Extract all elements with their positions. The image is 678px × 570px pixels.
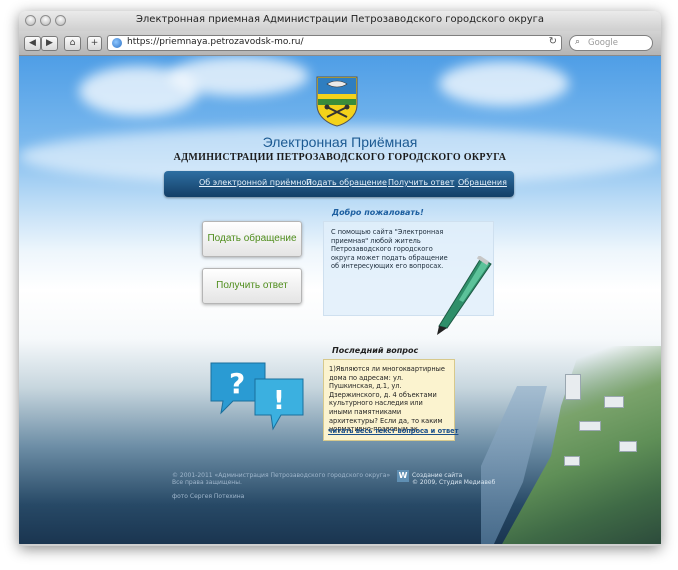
coat-of-arms-logo [316, 76, 358, 127]
search-field[interactable]: ⌕ Google [569, 35, 653, 51]
svg-text:?: ? [229, 367, 245, 400]
svg-text:!: ! [273, 386, 285, 416]
building-decoration [579, 421, 601, 431]
nav-item-submit[interactable]: Подать обращение [306, 178, 387, 187]
main-navigation: Об электронной приёмной Подать обращение… [164, 171, 514, 197]
nav-item-about[interactable]: Об электронной приёмной [199, 178, 312, 187]
last-question-text: 1)Являются ли многоквартирные дома по ад… [329, 365, 445, 434]
pen-icon [437, 256, 492, 335]
forward-button[interactable]: ▶ [41, 36, 58, 51]
nav-item-appeals[interactable]: Обращения [458, 178, 507, 187]
url-text: https://priemnaya.petrozavodsk-mo.ru/ [127, 37, 304, 47]
reload-icon[interactable]: ↻ [549, 36, 557, 47]
add-bookmark-button[interactable]: + [87, 36, 102, 51]
building-decoration [604, 396, 624, 408]
browser-toolbar: ◀ ▶ ⌂ + https://priemnaya.petrozavodsk-m… [19, 31, 661, 56]
building-decoration [619, 441, 637, 452]
footer-rights: Все права защищены. [172, 479, 242, 486]
welcome-heading: Добро пожаловать! [332, 208, 424, 217]
studio-logo[interactable]: W [397, 470, 409, 482]
submit-appeal-button[interactable]: Подать обращение [202, 221, 302, 257]
back-button[interactable]: ◀ [24, 36, 41, 51]
browser-window: Электронная приемная Администрации Петро… [19, 11, 661, 546]
address-bar[interactable]: https://priemnaya.petrozavodsk-mo.ru/ ↻ [107, 35, 562, 51]
globe-icon [112, 38, 122, 48]
read-full-question-link[interactable]: читать весь текст вопроса и ответ [328, 427, 458, 435]
last-question-heading: Последний вопрос [332, 346, 419, 355]
nav-item-get-answer[interactable]: Получить ответ [388, 178, 454, 187]
building-decoration [565, 374, 581, 400]
search-placeholder: Google [588, 38, 618, 48]
search-icon: ⌕ [575, 37, 581, 47]
window-title: Электронная приемная Администрации Петро… [135, 14, 545, 25]
footer-dev-line2: © 2009, Студия Медиавеб [412, 479, 496, 486]
cloud-decoration [169, 56, 309, 96]
home-button[interactable]: ⌂ [64, 36, 81, 51]
site-title: Электронная Приёмная [262, 134, 418, 150]
cloud-decoration [439, 61, 569, 106]
question-bubbles-icon: ? ! [210, 362, 304, 431]
get-answer-button[interactable]: Получить ответ [202, 268, 302, 304]
footer-photo-credit: фото Сергея Потехина [172, 493, 245, 500]
building-decoration [564, 456, 580, 466]
site-subtitle: АДМИНИСТРАЦИИ ПЕТРОЗАВОДСКОГО ГОРОДСКОГО… [173, 152, 507, 163]
page-content: Электронная Приёмная АДМИНИСТРАЦИИ ПЕТРО… [19, 56, 661, 544]
title-bar: Электронная приемная Администрации Петро… [19, 11, 661, 31]
